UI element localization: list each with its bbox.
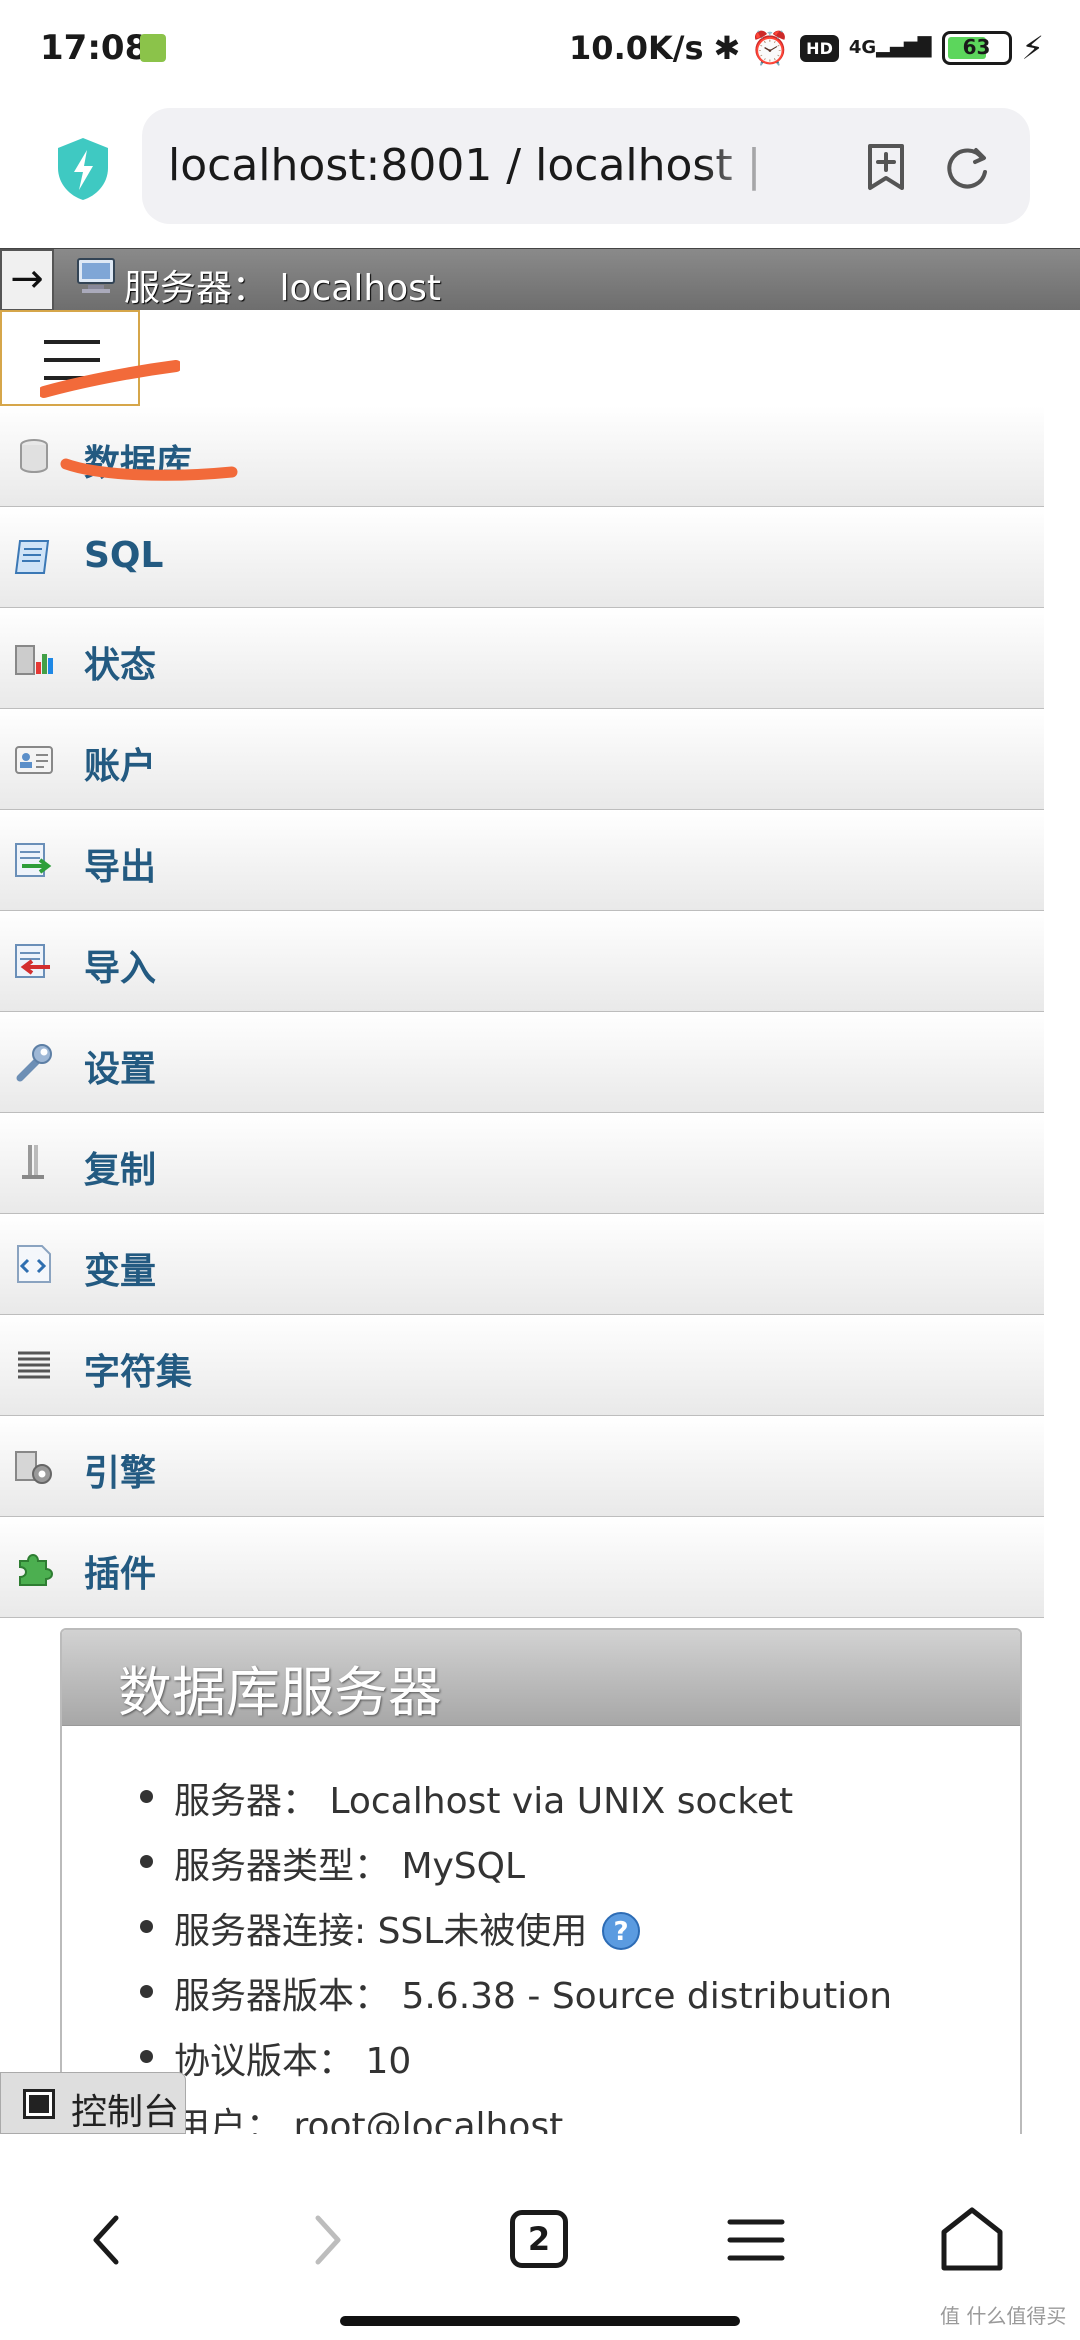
url-fade (702, 128, 782, 204)
server-type-text: 服务器类型： MySQL (174, 1846, 526, 1887)
list-item: 服务器版本： 5.6.38 - Source distribution (62, 1965, 1020, 2030)
nav-item-accounts[interactable]: 账户 (0, 709, 1044, 810)
url-text[interactable]: localhost:8001 / localhost | p (168, 140, 768, 191)
plugin-icon (19, 1554, 53, 1586)
list-item: 服务器： Localhost via UNIX socket (62, 1770, 1020, 1835)
replication-icon (22, 1145, 44, 1179)
help-icon[interactable]: ? (600, 1910, 642, 1952)
browser-toolbar: localhost:8001 / localhost | p (0, 96, 1080, 246)
watermark: 值 什么值得买 (940, 2304, 1067, 2328)
nav-item-variables[interactable]: 变量 (0, 1214, 1044, 1315)
status-icon (15, 645, 53, 675)
server-version-text: 服务器版本： 5.6.38 - Source distribution (174, 1976, 893, 2017)
nav-item-charsets[interactable]: 字符集 (0, 1315, 1044, 1416)
nav-item-import[interactable]: 导入 (0, 911, 1044, 1012)
panel-title: 数据库服务器 (118, 1661, 442, 1724)
console-label: 控制台 (71, 2092, 180, 2133)
main-nav-list: 数据库 SQL 状态 账户 导出 导入 设置 复制 变量 字符集 引擎 插件 (0, 406, 1044, 1618)
server-breadcrumb-bar: → 服务器： localhost (0, 248, 1080, 311)
tabs-button[interactable]: 2 (500, 2200, 580, 2280)
server-connection-text: 服务器连接: SSL未被使用 (174, 1911, 588, 1952)
server-info-list: 服务器： Localhost via UNIX socket 服务器类型： My… (62, 1770, 1020, 2160)
home-icon[interactable] (932, 2200, 1012, 2280)
list-item: 协议版本： 10 (62, 2030, 1020, 2095)
charset-icon (18, 1351, 50, 1379)
browser-bottom-nav: 2 (0, 2134, 1080, 2340)
nav-item-replication[interactable]: 复制 (0, 1113, 1044, 1214)
charging-icon: ⚡ (1021, 29, 1044, 67)
nav-item-label: 复制 (84, 1150, 157, 1191)
settings-icon (16, 1044, 52, 1082)
shield-icon[interactable] (54, 136, 112, 202)
svg-text:?: ? (613, 1917, 628, 1947)
nav-item-label: 账户 (84, 746, 157, 787)
database-icon (20, 439, 48, 474)
status-bar: 17:08 10.0K/s ✱ ⏰ HD 4G▂▄▆█ 63 ⚡ (0, 0, 1080, 96)
nav-item-export[interactable]: 导出 (0, 810, 1044, 911)
nav-item-status[interactable]: 状态 (0, 608, 1044, 709)
nav-item-sql[interactable]: SQL (0, 507, 1044, 608)
reload-icon[interactable] (942, 142, 992, 192)
battery-icon: 63 (941, 31, 1012, 65)
panel-header: 数据库服务器 (62, 1630, 1020, 1726)
server-info-text: 服务器： Localhost via UNIX socket (174, 1781, 794, 1822)
nav-item-plugins[interactable]: 插件 (0, 1517, 1044, 1618)
nav-item-label: 状态 (84, 645, 157, 686)
protocol-version-text: 协议版本： 10 (174, 2041, 412, 2082)
nav-item-label: 插件 (84, 1554, 157, 1595)
accounts-icon (15, 746, 53, 774)
back-icon[interactable] (68, 2200, 148, 2280)
console-tab[interactable]: 控制台 (0, 2072, 186, 2134)
signal-label: 4G (848, 37, 877, 58)
nav-item-label: 设置 (84, 1049, 157, 1090)
nav-item-label: 字符集 (84, 1352, 193, 1393)
menu-icon[interactable] (716, 2200, 796, 2280)
collapse-arrow-button[interactable]: → (0, 249, 54, 311)
hamburger-icon (44, 340, 100, 344)
engine-icon (15, 1451, 52, 1484)
hd-icon: HD (800, 34, 839, 62)
tab-count: 2 (527, 2220, 551, 2258)
status-time: 17:08 (40, 28, 149, 68)
import-icon (15, 944, 50, 978)
net-speed: 10.0K/s (569, 29, 704, 67)
address-bar[interactable]: localhost:8001 / localhost | p (142, 108, 1030, 224)
battery-level: 63 (962, 35, 991, 59)
annotation-stroke (40, 360, 180, 398)
notification-app-icon (140, 34, 166, 62)
nav-item-settings[interactable]: 设置 (0, 1012, 1044, 1113)
annotation-underline (60, 458, 238, 481)
nav-item-label: 变量 (84, 1251, 157, 1292)
console-icon (23, 2089, 55, 2119)
variables-icon (17, 1245, 51, 1283)
add-bookmark-icon[interactable] (862, 142, 910, 192)
list-item: 服务器类型： MySQL (62, 1835, 1020, 1900)
nav-item-label: 导出 (84, 847, 157, 888)
alarm-icon: ⏰ (750, 29, 791, 67)
sql-icon (14, 540, 50, 574)
export-icon (15, 843, 52, 877)
server-label[interactable]: 服务器： localhost (124, 259, 441, 311)
nav-item-engines[interactable]: 引擎 (0, 1416, 1044, 1517)
signal-icon: 4G▂▄▆█ (848, 37, 932, 58)
server-icon (77, 258, 115, 293)
forward-icon[interactable] (286, 2200, 366, 2280)
nav-item-label: 导入 (84, 948, 157, 989)
nav-item-label: SQL (84, 535, 164, 576)
nav-item-label: 引擎 (84, 1453, 157, 1494)
home-indicator[interactable] (340, 2316, 740, 2326)
status-right-group: 10.0K/s ✱ ⏰ HD 4G▂▄▆█ 63 ⚡ (569, 26, 1044, 70)
list-item: 服务器连接: SSL未被使用 ? (62, 1900, 1020, 1965)
bluetooth-icon: ✱ (713, 29, 741, 67)
